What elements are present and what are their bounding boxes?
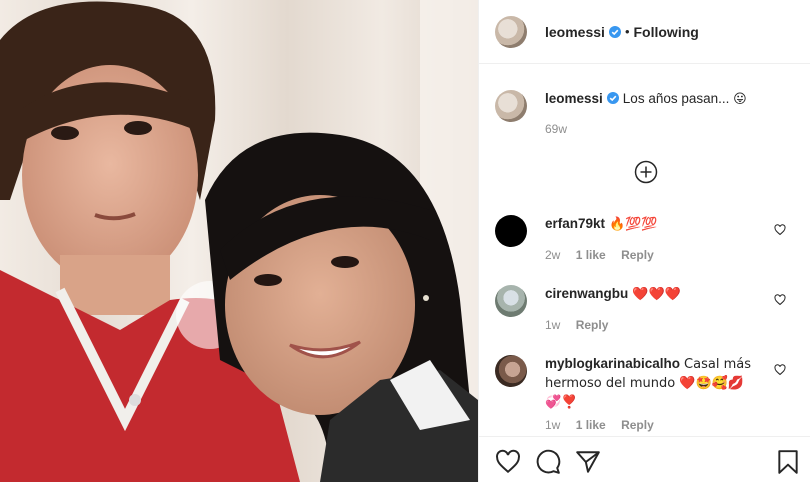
comment-age[interactable]: 1w <box>545 318 560 332</box>
commenter-username[interactable]: cirenwangbu <box>545 286 628 301</box>
heart-icon[interactable] <box>774 364 786 376</box>
caption-row: leomessi Los años pasan... 😛 69w <box>479 90 810 136</box>
commenter-avatar[interactable] <box>495 215 527 247</box>
follow-status-button[interactable]: Following <box>634 24 699 40</box>
post-photo-illustration <box>0 0 478 482</box>
heart-icon[interactable] <box>495 449 521 475</box>
reply-button[interactable]: Reply <box>621 418 654 432</box>
heart-icon[interactable] <box>774 294 786 306</box>
comments-list: leomessi Los años pasan... 😛 69w erfan79k… <box>479 65 810 435</box>
separator-dot: • <box>624 24 630 39</box>
post-side-panel: leomessi • Following leomessi Los años pa… <box>478 0 810 482</box>
post-header: leomessi • Following <box>479 0 810 64</box>
caption-text: Los años pasan... <box>622 91 730 106</box>
caption-emoji: 😛 <box>733 92 747 107</box>
commenter-username[interactable]: erfan79kt <box>545 216 605 231</box>
comment-item: cirenwangbu ❤️❤️❤️ 1w Reply <box>479 285 810 332</box>
comment-likes[interactable]: 1 like <box>576 418 606 432</box>
verified-badge-icon <box>606 92 619 104</box>
author-avatar[interactable] <box>495 15 527 48</box>
caption-age[interactable]: 69w <box>545 122 567 136</box>
comment-text: 🔥💯💯 <box>609 217 658 232</box>
comment-text: ❤️❤️❤️ <box>632 287 681 302</box>
commenter-username[interactable]: myblogkarinabicalho <box>545 356 680 371</box>
caption-username[interactable]: leomessi <box>545 91 603 106</box>
post-image[interactable] <box>0 0 478 482</box>
reply-button[interactable]: Reply <box>576 318 609 332</box>
comment-age[interactable]: 1w <box>545 418 560 432</box>
comment-item: myblogkarinabicalho Casal más hermoso del… <box>479 355 810 432</box>
reply-button[interactable]: Reply <box>621 248 654 262</box>
verified-badge-icon <box>608 25 621 38</box>
commenter-avatar[interactable] <box>495 285 527 317</box>
comment-item: erfan79kt 🔥💯💯 2w 1 like Reply <box>479 215 810 262</box>
plus-circle-icon[interactable] <box>634 160 658 184</box>
comment-icon[interactable] <box>535 449 561 475</box>
comment-likes[interactable]: 1 like <box>576 248 606 262</box>
author-username[interactable]: leomessi <box>545 24 605 40</box>
share-icon[interactable] <box>575 449 601 475</box>
post-action-bar <box>479 436 810 482</box>
commenter-avatar[interactable] <box>495 355 527 387</box>
heart-icon[interactable] <box>774 224 786 236</box>
caption-author-avatar[interactable] <box>495 90 527 122</box>
bookmark-icon[interactable] <box>775 449 801 475</box>
comment-age[interactable]: 2w <box>545 248 560 262</box>
